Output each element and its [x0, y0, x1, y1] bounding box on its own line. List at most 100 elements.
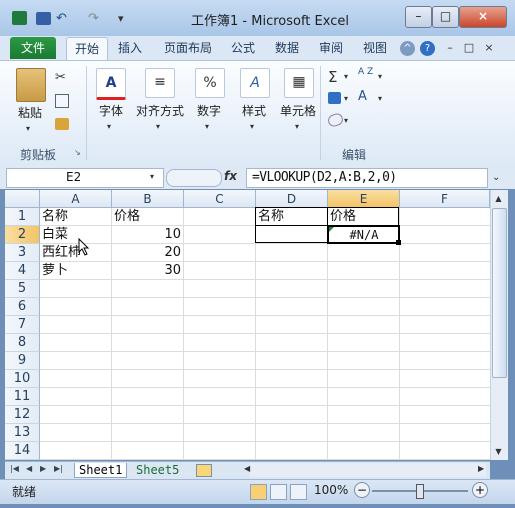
name-box-dropdown-icon[interactable]: ▾	[150, 172, 154, 181]
page-layout-view-button[interactable]	[270, 484, 287, 500]
horizontal-scrollbar[interactable]	[250, 463, 486, 477]
paste-button[interactable]: 粘贴	[14, 104, 46, 121]
select-all-corner[interactable]	[5, 190, 40, 208]
zoom-level[interactable]: 100%	[314, 483, 348, 497]
tab-insert[interactable]: 插入	[112, 37, 148, 59]
zoom-slider-thumb[interactable]	[416, 484, 424, 499]
font-icon[interactable]: A	[96, 68, 126, 100]
styles-button[interactable]: 样式	[237, 102, 271, 119]
formula-bar-resize-handle[interactable]	[166, 169, 222, 187]
column-header-e[interactable]: E	[328, 190, 400, 208]
row-header[interactable]: 13	[5, 424, 40, 442]
row-header[interactable]: 6	[5, 298, 40, 316]
tab-page-layout[interactable]: 页面布局	[157, 37, 219, 59]
cut-icon[interactable]: ✂	[55, 70, 66, 85]
alignment-icon[interactable]: ≡	[145, 68, 175, 98]
column-header-d[interactable]: D	[256, 190, 328, 208]
copy-icon[interactable]	[55, 94, 69, 108]
row-header[interactable]: 14	[5, 442, 40, 460]
cell-a4[interactable]: 萝卜	[42, 262, 110, 280]
styles-icon[interactable]: A	[240, 68, 270, 98]
minimize-button[interactable]: –	[405, 6, 432, 28]
column-header-f[interactable]: F	[400, 190, 490, 208]
row-header[interactable]: 3	[5, 244, 40, 262]
sheet-tab-sheet1[interactable]: Sheet1	[74, 463, 128, 478]
zoom-out-button[interactable]: −	[354, 482, 370, 498]
autosum-dropdown-icon[interactable]: ▾	[344, 72, 348, 81]
row-header[interactable]: 4	[5, 262, 40, 280]
tab-formulas[interactable]: 公式	[225, 37, 261, 59]
alignment-button[interactable]: 对齐方式	[133, 102, 187, 119]
cell-e1[interactable]: 价格	[330, 208, 398, 226]
next-sheet-icon[interactable]: ▶	[40, 464, 46, 473]
window-restore-small-button[interactable]: □	[462, 41, 476, 55]
fill-dropdown-icon[interactable]: ▾	[344, 94, 348, 103]
row-header[interactable]: 10	[5, 370, 40, 388]
cell-a3[interactable]: 西红柿	[42, 244, 110, 262]
cell-d1[interactable]: 名称	[258, 208, 326, 226]
last-sheet-icon[interactable]: ▶|	[54, 464, 63, 473]
scroll-thumb[interactable]	[492, 208, 507, 378]
scroll-up-button[interactable]: ▲	[491, 191, 506, 206]
scroll-down-button[interactable]: ▼	[491, 444, 506, 459]
cells-dropdown-icon[interactable]: ▾	[295, 122, 299, 131]
tab-view[interactable]: 视图	[357, 37, 393, 59]
sheet-tab-sheet5[interactable]: Sheet5	[132, 463, 183, 477]
zoom-in-button[interactable]: +	[472, 482, 488, 498]
paste-dropdown-icon[interactable]: ▾	[26, 124, 30, 133]
row-header[interactable]: 11	[5, 388, 40, 406]
find-dropdown-icon[interactable]: ▾	[378, 94, 382, 103]
insert-function-icon[interactable]: fx	[224, 169, 237, 183]
undo-button[interactable]: ↶	[56, 12, 71, 25]
row-header[interactable]: 2	[5, 226, 40, 244]
tab-file[interactable]: 文件	[10, 37, 56, 59]
sort-filter-icon[interactable]: A Z	[358, 68, 376, 77]
collapse-ribbon-icon[interactable]: ^	[400, 41, 415, 56]
find-select-icon[interactable]: A	[358, 89, 367, 104]
cell-e2[interactable]: #N/A	[328, 226, 400, 244]
font-button[interactable]: 字体	[94, 102, 128, 119]
prev-sheet-icon[interactable]: ◀	[26, 464, 32, 473]
cells-button[interactable]: 单元格	[276, 102, 320, 119]
row-header[interactable]: 8	[5, 334, 40, 352]
column-header-b[interactable]: B	[112, 190, 184, 208]
number-dropdown-icon[interactable]: ▾	[205, 122, 209, 131]
first-sheet-icon[interactable]: |◀	[10, 464, 19, 473]
scroll-right-button[interactable]: ▶	[478, 464, 484, 473]
number-format-icon[interactable]: %	[195, 68, 225, 98]
fill-icon[interactable]	[328, 92, 341, 104]
paste-icon[interactable]	[16, 68, 46, 102]
column-header-c[interactable]: C	[184, 190, 256, 208]
styles-dropdown-icon[interactable]: ▾	[250, 122, 254, 131]
row-header[interactable]: 12	[5, 406, 40, 424]
normal-view-button[interactable]	[250, 484, 267, 500]
row-header[interactable]: 9	[5, 352, 40, 370]
window-close-small-button[interactable]: ×	[482, 41, 496, 55]
number-button[interactable]: 数字	[192, 102, 226, 119]
format-painter-icon[interactable]	[55, 118, 69, 130]
cell-b3[interactable]: 20	[112, 244, 181, 262]
customize-quick-access-button[interactable]: ▾	[118, 12, 133, 25]
column-header-a[interactable]: A	[40, 190, 112, 208]
cell-b4[interactable]: 30	[112, 262, 181, 280]
help-icon[interactable]: ?	[420, 41, 435, 56]
tab-home[interactable]: 开始	[66, 37, 108, 60]
tab-review[interactable]: 审阅	[313, 37, 349, 59]
cells-icon[interactable]: ▦	[284, 68, 314, 98]
page-break-preview-button[interactable]	[290, 484, 307, 500]
redo-button[interactable]: ↷	[88, 12, 103, 25]
row-header[interactable]: 1	[5, 208, 40, 226]
clear-dropdown-icon[interactable]: ▾	[344, 116, 348, 125]
clipboard-launcher-icon[interactable]: ↘	[74, 148, 81, 157]
insert-sheet-icon[interactable]	[196, 464, 212, 477]
alignment-dropdown-icon[interactable]: ▾	[156, 122, 160, 131]
expand-formula-bar-icon[interactable]: ⌄	[492, 172, 500, 183]
worksheet-grid[interactable]: A B C D E F 1 2 3 4 5 6 7 8 9 10 11 12 1…	[5, 190, 490, 460]
save-icon[interactable]	[36, 12, 51, 25]
row-header[interactable]: 7	[5, 316, 40, 334]
name-box[interactable]	[6, 168, 164, 188]
font-dropdown-icon[interactable]: ▾	[107, 122, 111, 131]
sort-dropdown-icon[interactable]: ▾	[378, 72, 382, 81]
tab-data[interactable]: 数据	[269, 37, 305, 59]
autosum-icon[interactable]: Σ	[328, 68, 337, 86]
